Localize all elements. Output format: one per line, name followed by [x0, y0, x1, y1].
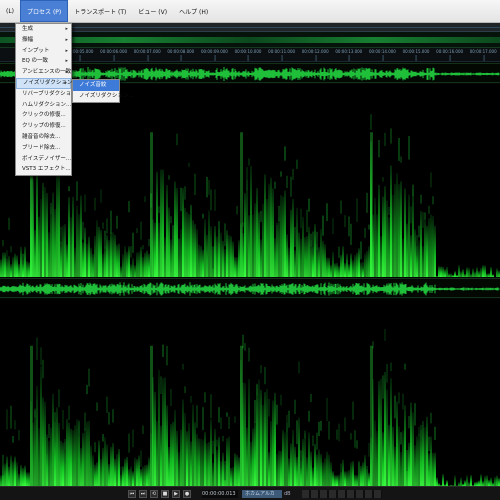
- audio-editor-window: (L) プロセス (P) トランスポート (T) ビュー (V) ヘルプ (H) 00:…: [0, 0, 500, 500]
- process-menu-item-label: 雑音音の除去...: [22, 133, 61, 140]
- process-menu-item-label: アンビエンスの一致: [22, 69, 72, 76]
- submenu-arrow-icon: ▸: [64, 79, 67, 86]
- process-menu-item-label: ボイスデノイザー...: [22, 155, 72, 162]
- ruler-tick: 00:00:06.000: [100, 49, 128, 61]
- transport-bar: 00:00:00.013 ホカムアルカ dB ⏮ ⏭ ⟲ ■ ▶ ●: [0, 486, 500, 500]
- process-menu-item[interactable]: ボイスデノイザー...: [16, 154, 71, 165]
- spectrogram-channel-2-graph: [0, 299, 500, 486]
- process-menu-item-label: VST3 エフェクト...: [22, 166, 71, 173]
- process-menu-item[interactable]: 雑音音の除去...: [16, 132, 71, 143]
- process-menu-item[interactable]: ハムリダクション...: [16, 100, 71, 111]
- spectrogram-channel-2[interactable]: [0, 299, 500, 486]
- process-menu-item[interactable]: リバーブリダクション...: [16, 89, 82, 100]
- time-ruler[interactable]: 00:00:05.000 00:00:06.000 00:00:07.000 00:0…: [0, 48, 500, 62]
- timecode-display: 00:00:00.013: [202, 490, 238, 498]
- submenu-arrow-icon: ▸: [65, 47, 68, 54]
- submenu-arrow-icon: ▸: [65, 26, 68, 32]
- process-menu-item[interactable]: ブリード除去...: [16, 143, 71, 154]
- waveform-path: [0, 282, 500, 296]
- go-to-start-button[interactable]: ⏮: [128, 490, 136, 498]
- play-button[interactable]: ▶: [172, 490, 180, 498]
- ruler-tick: 00:00:07.000: [133, 49, 161, 61]
- menu-item-2[interactable]: トランスポート (T): [68, 0, 132, 22]
- process-menu-item-label: インプット: [22, 47, 50, 54]
- ruler-tick: 00:00:13.000: [335, 49, 363, 61]
- submenu-arrow-icon: ▸: [65, 36, 68, 43]
- ruler-tick: 00:00:15.000: [402, 49, 430, 61]
- noise-submenu-item[interactable]: ノイズ音紋: [73, 80, 119, 91]
- waveform-channel-2[interactable]: [0, 278, 500, 298]
- menu-bar: (L) プロセス (P) トランスポート (T) ビュー (V) ヘルプ (H): [0, 0, 500, 23]
- level-meter: [302, 490, 382, 498]
- process-menu-item[interactable]: VST3 エフェクト...: [16, 164, 71, 175]
- spectrogram-channel-1[interactable]: [0, 84, 500, 277]
- ruler-tick: 00:00:12.000: [301, 49, 329, 61]
- ruler-tick: 00:00:11.000: [268, 49, 296, 61]
- process-menu-item-label: ブリード除去...: [22, 144, 61, 151]
- process-menu-item[interactable]: 振幅 ▸: [16, 35, 71, 46]
- ruler-tick: 00:00:17.000: [469, 49, 497, 61]
- submenu-arrow-icon: ▸: [65, 69, 68, 76]
- process-menu-item[interactable]: アンビエンスの一致 ▸: [16, 67, 71, 78]
- waveform-channel-2-graph: [0, 282, 500, 296]
- process-menu-item[interactable]: クリップの修復...: [16, 121, 71, 132]
- process-menu-item-label: EQ の一致: [22, 58, 49, 65]
- overview-bar: [0, 37, 500, 43]
- menu-item-1[interactable]: プロセス (P): [20, 0, 69, 22]
- stop-button[interactable]: ■: [161, 490, 169, 498]
- toolbar-strip: [0, 23, 500, 32]
- db-label: dB: [284, 491, 291, 497]
- process-menu-item-label: 振幅: [22, 36, 34, 43]
- noise-submenu-item[interactable]: ノイズリダクション...: [73, 91, 134, 102]
- process-menu: 生成 ▸ 振幅 ▸ インプット ▸ EQ の一致 ▸ アンビエンスの一致 ▸ ノイズリダクション ▸ リ…: [15, 23, 82, 177]
- process-menu-item-label: クリックの修復...: [22, 112, 66, 119]
- process-menu-item[interactable]: インプット ▸: [16, 46, 71, 57]
- ruler-tick: 00:00:09.000: [200, 49, 228, 61]
- loop-button[interactable]: ⟲: [150, 490, 158, 498]
- process-menu-item[interactable]: ノイズリダクション ▸: [16, 77, 72, 89]
- overview-waveform[interactable]: [0, 32, 500, 48]
- process-menu-item[interactable]: EQ の一致 ▸: [16, 56, 71, 67]
- ruler-tick: 00:00:14.000: [368, 49, 396, 61]
- ruler-tick: 00:00:08.000: [167, 49, 195, 61]
- process-menu-item-label: ハムリダクション...: [22, 101, 72, 108]
- toolbar-rule: [0, 27, 500, 28]
- record-button[interactable]: ●: [183, 490, 191, 498]
- process-menu-item-label: 生成: [22, 26, 34, 32]
- process-menu-item-label: クリップの修復...: [22, 123, 66, 130]
- mode-display[interactable]: ホカムアルカ: [242, 490, 282, 498]
- menu-item-3[interactable]: ビュー (V): [132, 0, 173, 22]
- spectrogram-channel-1-graph: [0, 84, 500, 277]
- process-menu-item[interactable]: クリックの修復...: [16, 110, 71, 121]
- menu-item-0[interactable]: (L): [0, 0, 20, 22]
- ruler-tick: 00:00:16.000: [436, 49, 464, 61]
- process-menu-item[interactable]: 生成 ▸: [16, 24, 71, 35]
- ruler-tick: 00:00:10.000: [234, 49, 262, 61]
- submenu-arrow-icon: ▸: [65, 58, 68, 65]
- menu-item-4[interactable]: ヘルプ (H): [173, 0, 214, 22]
- noise-reduction-submenu: ノイズ音紋 ノイズリダクション...: [72, 79, 134, 103]
- go-to-end-button[interactable]: ⏭: [139, 490, 147, 498]
